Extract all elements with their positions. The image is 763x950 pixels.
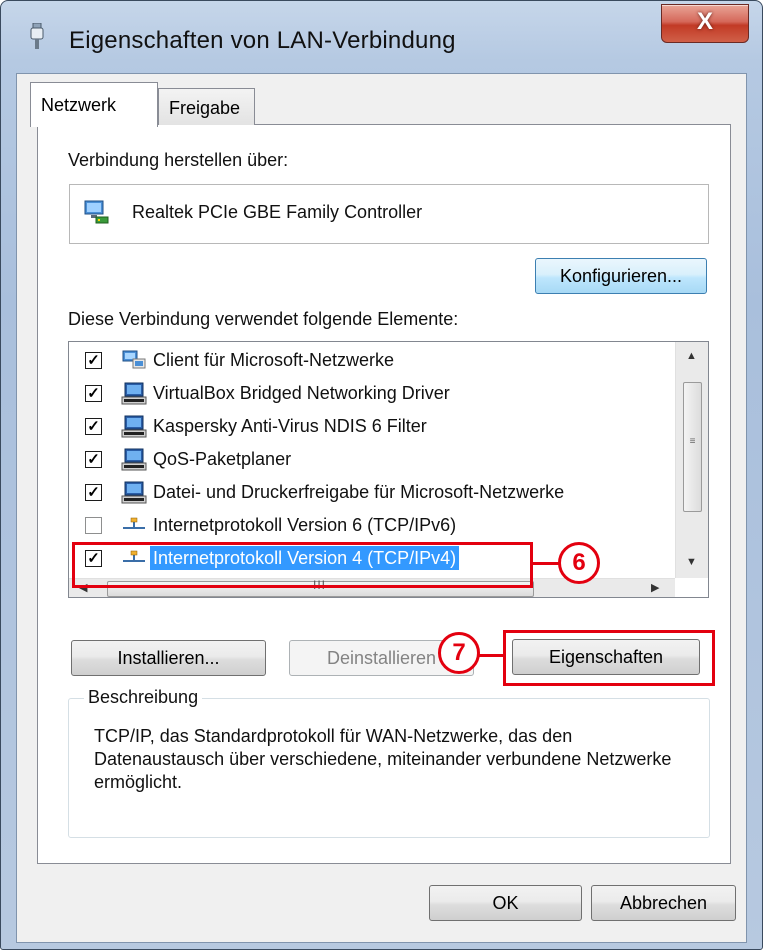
network-service-icon	[121, 415, 147, 444]
tab-freigabe[interactable]: Freigabe	[158, 88, 255, 125]
description-text: TCP/IP, das Standardprotokoll für WAN-Ne…	[94, 726, 672, 792]
title-bar[interactable]: Eigenschaften von LAN-Verbindung X	[1, 1, 762, 79]
list-item-label: Client für Microsoft-Netzwerke	[153, 350, 395, 370]
scroll-right-icon[interactable]: ▶	[651, 581, 659, 594]
window-title: Eigenschaften von LAN-Verbindung	[69, 27, 456, 54]
checkbox-virtualbox[interactable]: ✓	[85, 385, 102, 402]
network-service-icon	[121, 481, 147, 510]
vertical-scrollbar[interactable]: ▲ ≡ ▼	[675, 342, 708, 578]
network-service-icon	[121, 448, 147, 477]
annotation-highlight-ipv4	[72, 542, 533, 588]
list-item-label: Kaspersky Anti-Virus NDIS 6 Filter	[153, 416, 427, 436]
vertical-scroll-thumb[interactable]: ≡	[683, 382, 702, 512]
list-item[interactable]: ✓ QoS-Paketplaner	[69, 443, 669, 475]
ok-button[interactable]: OK	[429, 885, 582, 921]
list-item[interactable]: ✓ Datei- und Druckerfreigabe für Microso…	[69, 476, 669, 508]
list-item[interactable]: ✓ Kaspersky Anti-Virus NDIS 6 Filter	[69, 410, 669, 442]
checkbox-ipv6[interactable]	[85, 517, 102, 534]
checkbox-client[interactable]: ✓	[85, 352, 102, 369]
list-item[interactable]: ✓ VirtualBox Bridged Networking Driver	[69, 377, 669, 409]
elements-label: Diese Verbindung verwendet folgende Elem…	[68, 309, 459, 329]
annotation-step-6: 6	[558, 542, 600, 584]
annotation-connector	[530, 562, 560, 565]
annotation-highlight-properties	[503, 630, 715, 686]
annotation-step-7: 7	[438, 632, 480, 674]
list-item[interactable]: Internetprotokoll Version 6 (TCP/IPv6)	[69, 509, 669, 541]
list-item-label: Internetprotokoll Version 6 (TCP/IPv6)	[153, 515, 457, 535]
network-cable-icon	[27, 22, 47, 54]
tab-netzwerk[interactable]: Netzwerk	[30, 82, 158, 127]
list-item[interactable]: ✓ Client für Microsoft-Netzwerke	[69, 344, 669, 376]
tab-freigabe-label: Freigabe	[169, 98, 241, 118]
scroll-down-icon[interactable]: ▼	[686, 556, 697, 568]
adapter-name: Realtek PCIe GBE Family Controller	[132, 202, 423, 222]
description-legend: Beschreibung	[84, 687, 203, 708]
scroll-up-icon[interactable]: ▲	[686, 350, 697, 362]
adapter-field: Realtek PCIe GBE Family Controller	[69, 184, 709, 244]
cancel-button[interactable]: Abbrechen	[591, 885, 736, 921]
scroll-grip-icon: ≡	[689, 436, 696, 447]
configure-button[interactable]: Konfigurieren...	[535, 258, 707, 294]
network-adapter-icon	[82, 197, 112, 232]
close-icon: X	[696, 8, 713, 35]
network-service-icon	[121, 382, 147, 411]
annotation-connector	[478, 654, 506, 657]
checkbox-file-sharing[interactable]: ✓	[85, 484, 102, 501]
list-item-label: VirtualBox Bridged Networking Driver	[153, 383, 450, 403]
network-client-icon	[121, 349, 147, 376]
protocol-icon	[121, 514, 147, 541]
list-item-label: QoS-Paketplaner	[153, 449, 292, 469]
list-item-label: Datei- und Druckerfreigabe für Microsoft…	[153, 482, 565, 502]
checkbox-kaspersky[interactable]: ✓	[85, 418, 102, 435]
tab-netzwerk-label: Netzwerk	[41, 95, 117, 115]
install-button[interactable]: Installieren...	[71, 640, 266, 676]
checkbox-qos[interactable]: ✓	[85, 451, 102, 468]
connection-label: Verbindung herstellen über:	[68, 150, 289, 170]
close-button[interactable]: X	[661, 4, 749, 43]
